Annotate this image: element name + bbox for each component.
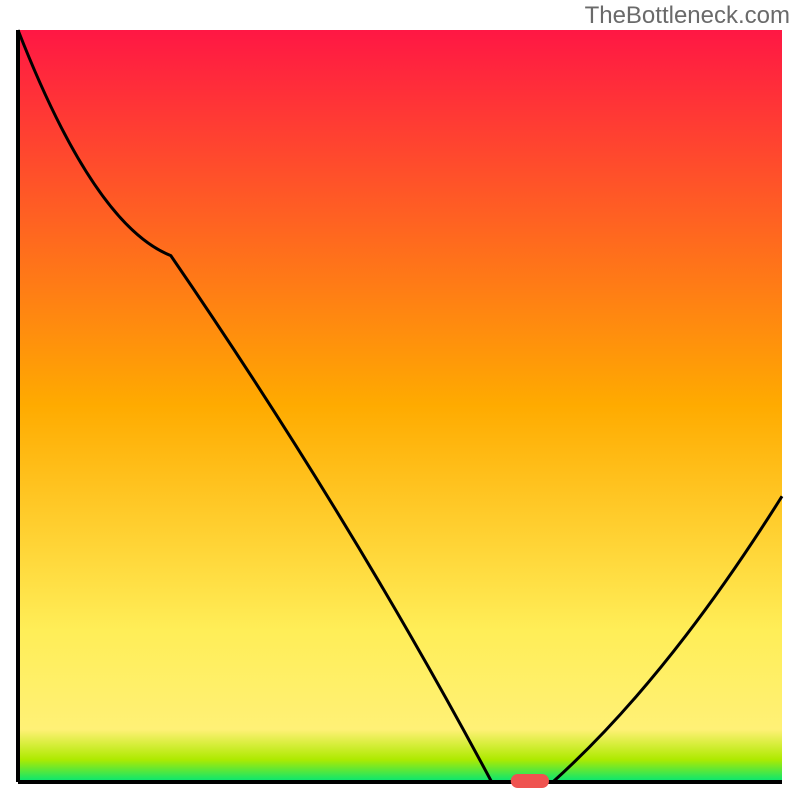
chart-svg	[0, 0, 800, 800]
optimal-marker	[511, 774, 549, 788]
watermark-text: TheBottleneck.com	[585, 2, 790, 30]
plot-area	[18, 30, 782, 782]
chart-container: TheBottleneck.com	[0, 0, 800, 800]
